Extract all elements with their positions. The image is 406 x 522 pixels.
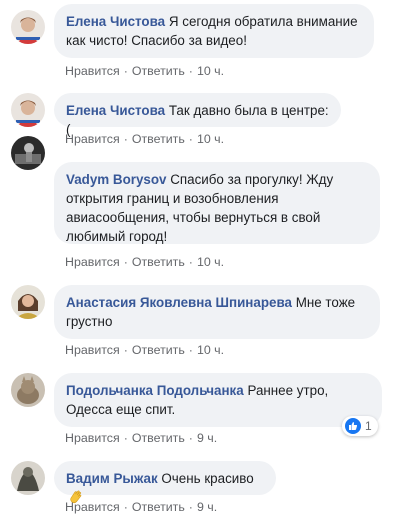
- comment-author[interactable]: Подольчанка Подольчанка: [66, 383, 244, 398]
- like-button[interactable]: Нравится: [65, 132, 120, 146]
- comment-bubble: Елена Чистова Я сегодня обратила внимани…: [54, 4, 374, 58]
- separator-dot: ·: [188, 132, 193, 146]
- timestamp[interactable]: 10 ч.: [197, 343, 224, 357]
- like-button[interactable]: Нравится: [65, 343, 120, 357]
- avatar[interactable]: [11, 93, 45, 127]
- reply-button[interactable]: Ответить: [132, 431, 185, 445]
- separator-dot: ·: [123, 500, 128, 514]
- comment-actions: Нравится · Ответить · 10 ч.: [65, 132, 224, 146]
- like-icon: [345, 418, 361, 434]
- timestamp[interactable]: 10 ч.: [197, 255, 224, 269]
- avatar-image: [11, 93, 45, 127]
- comment-text: Мне тоже: [295, 295, 356, 310]
- comment-text: авиасообщения, чтобы вернуться в свой: [66, 210, 321, 225]
- separator-dot: ·: [188, 255, 193, 269]
- comment-actions: Нравится · Ответить · 10 ч.: [65, 343, 224, 357]
- separator-dot: ·: [188, 343, 193, 357]
- avatar[interactable]: [11, 136, 45, 170]
- like-button[interactable]: Нравится: [65, 255, 120, 269]
- comment-actions: Нравится · Ответить · 9 ч.: [65, 431, 217, 445]
- timestamp[interactable]: 9 ч.: [197, 500, 217, 514]
- comment-text: любимый город!: [66, 229, 168, 244]
- timestamp[interactable]: 9 ч.: [197, 431, 217, 445]
- reaction-summary[interactable]: 1: [342, 416, 378, 436]
- reaction-count: 1: [365, 419, 372, 433]
- comment-actions: Нравится · Ответить · 10 ч.: [65, 255, 224, 269]
- comment-text: грустно: [66, 314, 113, 329]
- separator-dot: ·: [123, 431, 128, 445]
- reply-button[interactable]: Ответить: [132, 500, 185, 514]
- comment-author[interactable]: Анастасия Яковлевна Шпинарева: [66, 295, 292, 310]
- like-button[interactable]: Нравится: [65, 64, 120, 78]
- reply-button[interactable]: Ответить: [132, 255, 185, 269]
- reply-button[interactable]: Ответить: [132, 132, 185, 146]
- comment-author[interactable]: Вадим Рыжак: [66, 471, 158, 486]
- comment-author[interactable]: Елена Чистова: [66, 103, 165, 118]
- comment-text: Одесса еще спит.: [66, 402, 176, 417]
- avatar-image: [11, 285, 45, 319]
- like-button[interactable]: Нравится: [65, 431, 120, 445]
- comment-bubble: Подольчанка Подольчанка Раннее утро, Оде…: [54, 373, 382, 427]
- comment-author[interactable]: Елена Чистова: [66, 14, 165, 29]
- comment-bubble: Вадим Рыжак Очень красиво: [54, 461, 276, 504]
- avatar[interactable]: [11, 285, 45, 319]
- like-button[interactable]: Нравится: [65, 500, 120, 514]
- comment-bubble: Елена Чистова Так давно была в центре:(: [54, 93, 341, 137]
- avatar-image: [11, 373, 45, 407]
- avatar[interactable]: [11, 10, 45, 44]
- comment-bubble: Vadym Borysov Спасибо за прогулку! Жду о…: [54, 162, 380, 244]
- separator-dot: ·: [188, 431, 193, 445]
- comment-text: открытия границ и возобновления: [66, 191, 279, 206]
- separator-dot: ·: [123, 255, 128, 269]
- reply-button[interactable]: Ответить: [132, 64, 185, 78]
- timestamp[interactable]: 10 ч.: [197, 132, 224, 146]
- separator-dot: ·: [123, 64, 128, 78]
- comment-actions: Нравится · Ответить · 10 ч.: [65, 64, 224, 78]
- comment-author[interactable]: Vadym Borysov: [66, 172, 166, 187]
- comment-text: Я сегодня обратила внимание: [168, 14, 358, 29]
- avatar-image: [11, 136, 45, 170]
- avatar[interactable]: [11, 373, 45, 407]
- comment-bubble: Анастасия Яковлевна Шпинарева Мне тоже г…: [54, 285, 380, 339]
- separator-dot: ·: [188, 64, 193, 78]
- comment-actions: Нравится · Ответить · 9 ч.: [65, 500, 217, 514]
- comment-text: Спасибо за прогулку! Жду: [170, 172, 334, 187]
- separator-dot: ·: [188, 500, 193, 514]
- reply-button[interactable]: Ответить: [132, 343, 185, 357]
- avatar-image: [11, 10, 45, 44]
- separator-dot: ·: [123, 343, 128, 357]
- avatar-image: [11, 461, 45, 495]
- timestamp[interactable]: 10 ч.: [197, 64, 224, 78]
- separator-dot: ·: [123, 132, 128, 146]
- comment-text: как чисто! Спасибо за видео!: [66, 33, 247, 48]
- comment-text: Раннее утро,: [247, 383, 329, 398]
- avatar[interactable]: [11, 461, 45, 495]
- thumbs-up-icon: [349, 422, 358, 430]
- comment-text: Очень красиво: [161, 471, 254, 486]
